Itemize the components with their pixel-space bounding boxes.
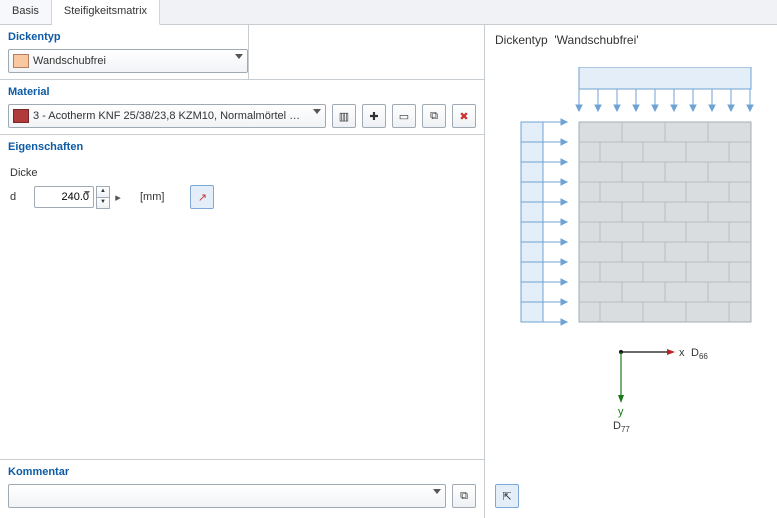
dickentyp-select[interactable]: Wandschubfrei [8,49,248,73]
kommentar-title: Kommentar [8,466,476,478]
delete-button[interactable]: ✖ [452,104,476,128]
step-up-icon[interactable]: ▲ [96,186,110,198]
svg-text:D66: D66 [691,347,708,361]
eigenschaften-panel: Eigenschaften Dicke d ▲ ▼ [0,135,484,460]
thickness-input[interactable] [34,186,94,208]
svg-text:D77: D77 [613,420,630,434]
preview-panel: Dickentyp 'Wandschubfrei' [484,25,777,518]
eigenschaften-title: Eigenschaften [8,141,476,153]
copy-icon: ⧉ [460,490,468,503]
dicke-label: Dicke [10,167,474,179]
unit-label: [mm] [140,191,164,203]
tabs: Basis Steifigkeitsmatrix [0,0,777,25]
kommentar-copy-button[interactable]: ⧉ [452,484,476,508]
axis-y-label: y [618,406,624,418]
library-button[interactable]: ▥ [332,104,356,128]
material-select[interactable]: 3 - Acotherm KNF 25/38/23,8 KZM10, Norma… [8,104,326,128]
axis-x-label: x [679,347,685,359]
chevron-down-icon [235,54,243,59]
pick-button[interactable]: ↗ [190,185,214,209]
copy-button[interactable]: ⧉ [422,104,446,128]
kommentar-select[interactable] [8,484,446,508]
dickentyp-title: Dickentyp [8,31,240,43]
thickness-stepper[interactable]: ▲ ▼ [96,186,110,209]
library-icon: ▥ [339,110,349,123]
delete-icon: ✖ [459,110,468,123]
diagram-svg: x D66 y D77 [501,67,761,437]
next-value-button[interactable]: ▸ [112,186,124,208]
copy-icon: ⧉ [430,110,438,123]
open-icon: ▭ [399,110,409,123]
d-symbol: d [10,191,24,203]
material-title: Material [8,86,476,98]
open-button[interactable]: ▭ [392,104,416,128]
step-down-icon[interactable]: ▼ [96,198,110,209]
tab-basis[interactable]: Basis [0,0,52,24]
material-value: 3 - Acotherm KNF 25/38/23,8 KZM10, Norma… [33,110,307,122]
tab-steifigkeitsmatrix[interactable]: Steifigkeitsmatrix [52,0,160,25]
chevron-down-icon [313,109,321,114]
material-swatch-icon [13,109,29,123]
preview-title: Dickentyp 'Wandschubfrei' [495,33,767,47]
dickentyp-panel: Dickentyp Wandschubfrei [0,25,249,79]
export-icon: ⇱ [502,490,511,503]
export-image-button[interactable]: ⇱ [495,484,519,508]
new-icon: ✚ [369,110,378,123]
dickentyp-value: Wandschubfrei [33,55,229,67]
kommentar-panel: Kommentar ⧉ [0,460,484,518]
wall-swatch-icon [13,54,29,68]
empty-panel [249,25,484,79]
pick-icon: ↗ [198,191,207,204]
new-button[interactable]: ✚ [362,104,386,128]
chevron-down-icon [433,489,441,494]
material-panel: Material 3 - Acotherm KNF 25/38/23,8 KZM… [0,80,484,135]
diagram: x D66 y D77 [501,67,761,347]
